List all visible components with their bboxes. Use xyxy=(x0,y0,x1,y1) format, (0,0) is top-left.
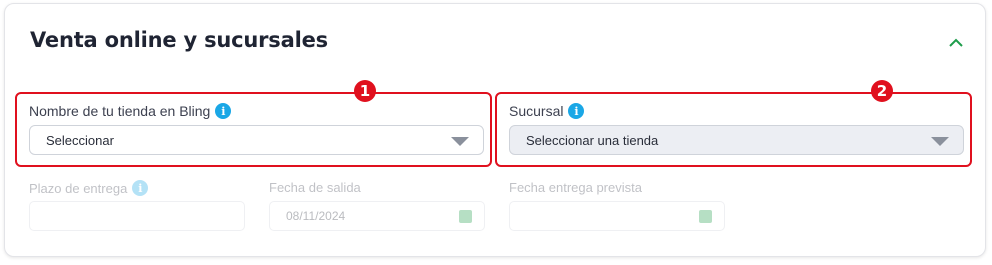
ship-date-label-row: Fecha de salida xyxy=(269,180,361,195)
delivery-term-label: Plazo de entrega xyxy=(29,180,128,196)
caret-down-icon xyxy=(931,137,949,146)
branch-select[interactable]: Seleccionar una tienda xyxy=(509,125,964,155)
store-name-select-value: Seleccionar xyxy=(46,132,114,148)
collapse-button[interactable] xyxy=(945,34,967,52)
info-icon[interactable]: i xyxy=(568,103,585,119)
calendar-icon xyxy=(699,210,712,223)
expected-date-input xyxy=(509,201,725,231)
section-title: Venta online y sucursales xyxy=(30,28,328,52)
ship-date-input: 08/11/2024 xyxy=(269,201,485,231)
calendar-icon xyxy=(459,210,472,223)
branch-select-value: Seleccionar una tienda xyxy=(526,132,659,148)
chevron-up-icon xyxy=(949,38,963,47)
ship-date-label: Fecha de salida xyxy=(269,180,361,195)
info-icon: i xyxy=(132,180,149,196)
sales-section-card: Venta online y sucursales Nombre de tu t… xyxy=(4,3,986,257)
ship-date-value: 08/11/2024 xyxy=(286,209,346,223)
annotation-badge-2: 2 xyxy=(871,80,893,102)
branch-label: Sucursal xyxy=(509,103,564,119)
branch-label-row: Sucursal i xyxy=(509,103,585,119)
info-icon[interactable]: i xyxy=(215,103,232,119)
caret-down-icon xyxy=(451,137,469,146)
store-name-label-row: Nombre de tu tienda en Bling i xyxy=(29,103,232,119)
store-name-label: Nombre de tu tienda en Bling xyxy=(29,103,211,119)
delivery-term-input xyxy=(29,201,245,231)
expected-date-label-row: Fecha entrega prevista xyxy=(509,180,642,195)
annotation-badge-1: 1 xyxy=(354,80,376,102)
store-name-select[interactable]: Seleccionar xyxy=(29,125,484,155)
delivery-term-label-row: Plazo de entrega i xyxy=(29,180,149,196)
expected-date-label: Fecha entrega prevista xyxy=(509,180,642,195)
